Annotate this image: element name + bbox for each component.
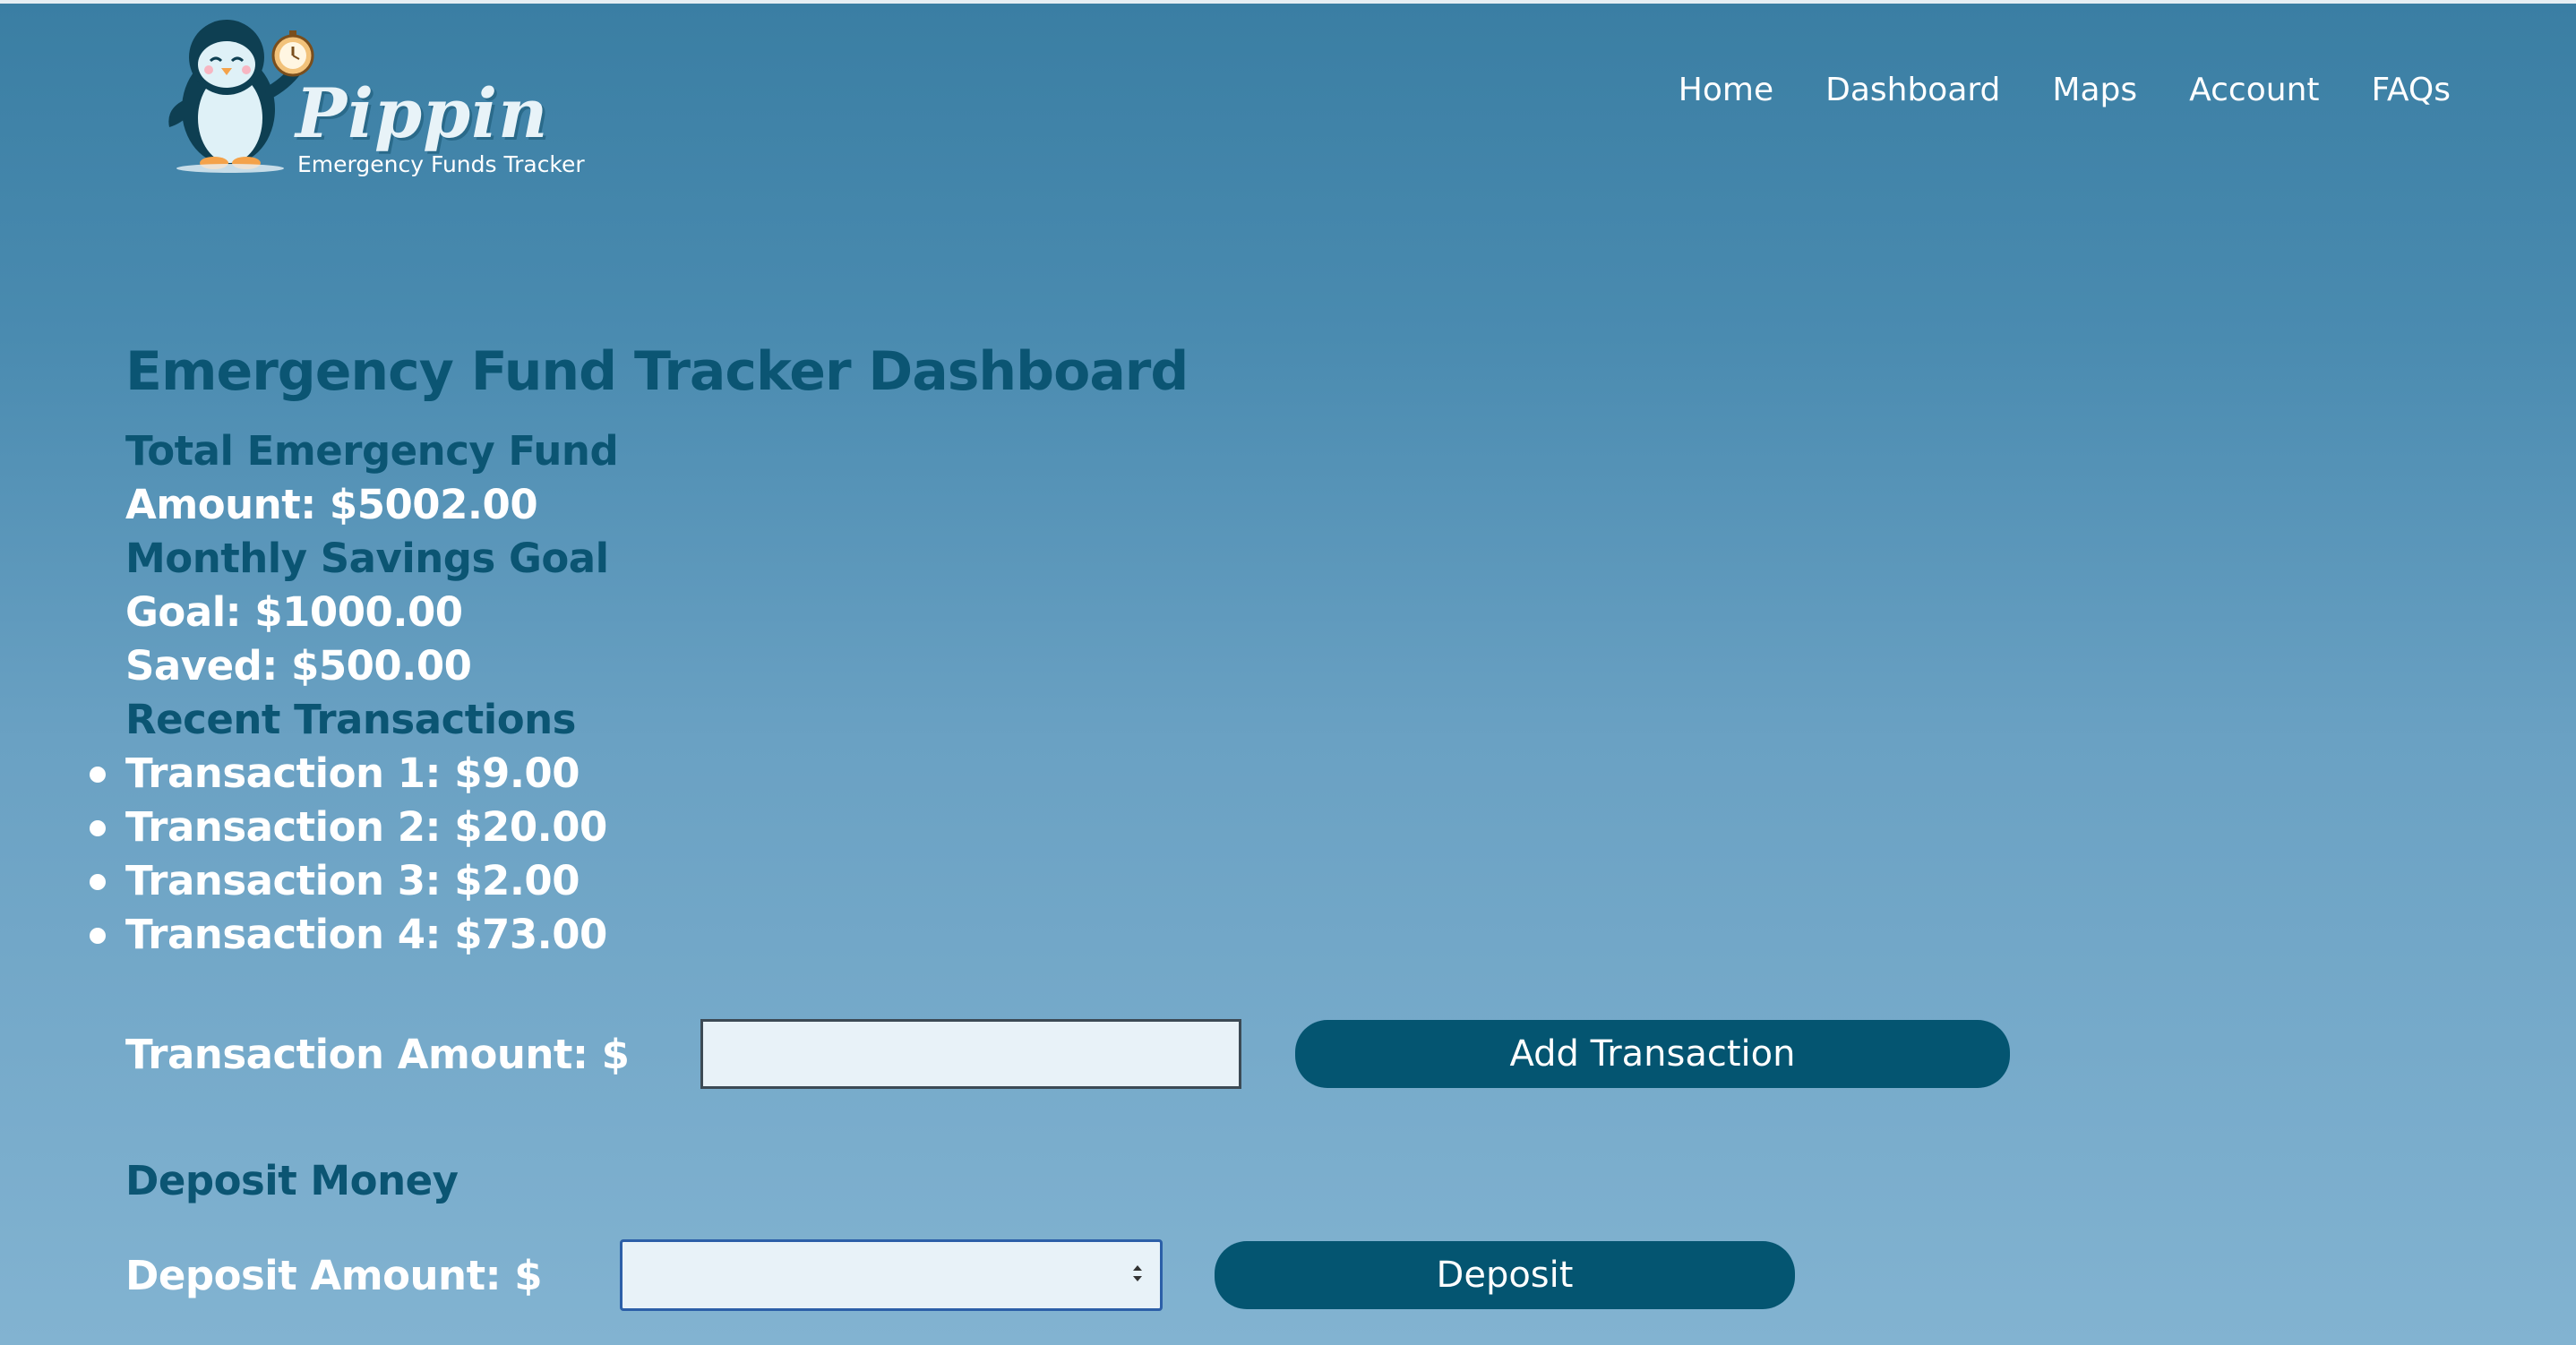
transactions-list: Transaction 1: $9.00 Transaction 2: $20.… [90,747,1917,962]
top-border [0,0,2576,4]
nav-account[interactable]: Account [2189,72,2319,108]
deposit-amount-label: Deposit Amount: $ [125,1251,543,1299]
page-title: Emergency Fund Tracker Dashboard [125,340,1189,403]
deposit-amount-input[interactable] [620,1239,1163,1311]
savings-goal-value: Goal: $1000.00 [125,588,463,636]
transaction-amount-label: Transaction Amount: $ [125,1030,630,1078]
savings-goal-heading: Monthly Savings Goal [125,535,609,582]
total-fund-amount: Amount: $5002.00 [125,481,538,528]
list-item: Transaction 2: $20.00 [90,801,1917,854]
transaction-amount-input[interactable] [700,1019,1241,1089]
recent-transactions-heading: Recent Transactions [125,696,576,743]
nav-home[interactable]: Home [1679,72,1773,108]
main-nav: Home Dashboard Maps Account FAQs [1679,72,2451,108]
add-transaction-button[interactable]: Add Transaction [1295,1020,2010,1088]
list-item: Transaction 3: $2.00 [90,854,1917,908]
number-stepper-icon[interactable] [1130,1261,1145,1286]
transaction-form: Transaction Amount: $ Add Transaction [125,1019,2010,1089]
deposit-form: Deposit Amount: $ Deposit [125,1239,1795,1311]
deposit-heading: Deposit Money [125,1157,459,1204]
nav-dashboard[interactable]: Dashboard [1825,72,2000,108]
brand-logo[interactable]: Pippin Emergency Funds Tracker [157,11,587,190]
brand-tagline: Emergency Funds Tracker [297,151,585,177]
nav-maps[interactable]: Maps [2052,72,2137,108]
deposit-button[interactable]: Deposit [1215,1241,1795,1309]
brand-name: Pippin [296,73,549,153]
dashboard-main: Emergency Fund Tracker Dashboard Total E… [90,340,1917,962]
nav-faqs[interactable]: FAQs [2372,72,2451,108]
list-item: Transaction 1: $9.00 [90,747,1917,801]
deposit-amount-field[interactable] [620,1239,1163,1311]
savings-saved-value: Saved: $500.00 [125,642,472,690]
list-item: Transaction 4: $73.00 [90,908,1917,962]
total-fund-heading: Total Emergency Fund [125,427,619,475]
